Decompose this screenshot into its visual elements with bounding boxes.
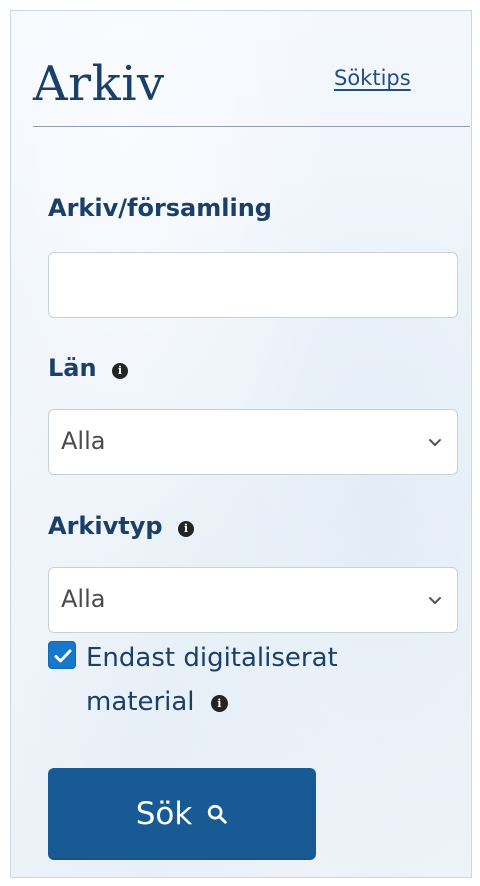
header-divider <box>33 126 470 127</box>
search-icon <box>208 804 228 824</box>
search-button-content: Sök <box>48 768 316 860</box>
search-tips-link[interactable]: Söktips <box>334 66 411 90</box>
archive-type-label: Arkivtyp i <box>48 514 194 538</box>
county-select-value: Alla <box>61 427 106 455</box>
search-button[interactable]: Sök <box>48 768 316 860</box>
digitized-only-label-line1: Endast digitaliserat <box>86 643 338 673</box>
info-icon[interactable]: i <box>111 363 128 379</box>
archive-type-select[interactable]: Alla <box>48 567 458 633</box>
archive-parish-label-text: Arkiv/församling <box>48 194 272 222</box>
page-title: Arkiv <box>33 56 165 112</box>
county-select[interactable]: Alla <box>48 409 458 475</box>
archive-parish-input[interactable] <box>48 252 458 318</box>
county-label: Län i <box>48 356 128 380</box>
search-button-label: Sök <box>135 796 193 832</box>
checkmark-icon <box>54 649 72 663</box>
chevron-down-icon <box>429 439 441 446</box>
chevron-down-icon <box>429 597 441 604</box>
info-icon[interactable]: i <box>210 695 228 712</box>
county-label-text: Län <box>48 354 97 382</box>
archive-type-select-value: Alla <box>61 585 106 613</box>
panel-header: Arkiv Söktips <box>33 60 470 128</box>
digitized-only-label[interactable]: Endast digitaliserat material i <box>86 636 426 724</box>
digitized-only-checkbox[interactable] <box>48 641 76 669</box>
info-icon[interactable]: i <box>177 521 194 537</box>
archive-parish-label: Arkiv/församling <box>48 196 272 220</box>
digitized-only-label-line2: material <box>86 687 195 717</box>
archive-type-label-text: Arkivtyp <box>48 512 163 540</box>
digitized-only-option[interactable]: Endast digitaliserat material i <box>48 636 458 746</box>
